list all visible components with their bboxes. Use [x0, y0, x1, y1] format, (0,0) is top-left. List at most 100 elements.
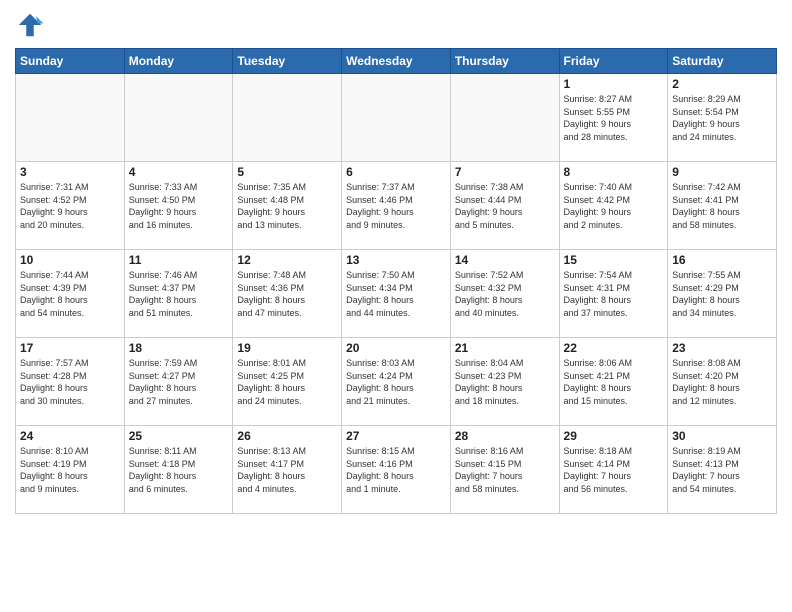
day-number: 18	[129, 341, 229, 355]
day-number: 4	[129, 165, 229, 179]
day-number: 8	[564, 165, 664, 179]
day-header-sunday: Sunday	[16, 49, 125, 74]
day-info: Sunrise: 8:11 AM Sunset: 4:18 PM Dayligh…	[129, 445, 229, 495]
day-info: Sunrise: 8:08 AM Sunset: 4:20 PM Dayligh…	[672, 357, 772, 407]
day-info: Sunrise: 7:31 AM Sunset: 4:52 PM Dayligh…	[20, 181, 120, 231]
day-info: Sunrise: 7:48 AM Sunset: 4:36 PM Dayligh…	[237, 269, 337, 319]
day-header-friday: Friday	[559, 49, 668, 74]
header	[15, 10, 777, 40]
calendar-cell: 20 Sunrise: 8:03 AM Sunset: 4:24 PM Dayli…	[342, 338, 451, 426]
day-info: Sunrise: 7:37 AM Sunset: 4:46 PM Dayligh…	[346, 181, 446, 231]
day-info: Sunrise: 7:59 AM Sunset: 4:27 PM Dayligh…	[129, 357, 229, 407]
day-number: 20	[346, 341, 446, 355]
calendar-cell: 11 Sunrise: 7:46 AM Sunset: 4:37 PM Dayli…	[124, 250, 233, 338]
calendar-cell	[233, 74, 342, 162]
logo-icon	[15, 10, 45, 40]
day-number: 5	[237, 165, 337, 179]
calendar-cell: 8Sunrise: 7:40 AM Sunset: 4:42 PM Daylig…	[559, 162, 668, 250]
calendar-week-3: 17 Sunrise: 7:57 AM Sunset: 4:28 PM Dayli…	[16, 338, 777, 426]
calendar-cell: 23Sunrise: 8:08 AM Sunset: 4:20 PM Dayli…	[668, 338, 777, 426]
logo	[15, 10, 49, 40]
day-info: Sunrise: 7:52 AM Sunset: 4:32 PM Dayligh…	[455, 269, 555, 319]
day-number: 2	[672, 77, 772, 91]
day-header-thursday: Thursday	[450, 49, 559, 74]
day-header-tuesday: Tuesday	[233, 49, 342, 74]
day-info: Sunrise: 8:19 AM Sunset: 4:13 PM Dayligh…	[672, 445, 772, 495]
day-info: Sunrise: 8:01 AM Sunset: 4:25 PM Dayligh…	[237, 357, 337, 407]
day-info: Sunrise: 8:16 AM Sunset: 4:15 PM Dayligh…	[455, 445, 555, 495]
calendar-cell	[16, 74, 125, 162]
calendar-cell: 21 Sunrise: 8:04 AM Sunset: 4:23 PM Dayli…	[450, 338, 559, 426]
day-number: 21	[455, 341, 555, 355]
day-number: 1	[564, 77, 664, 91]
day-info: Sunrise: 7:57 AM Sunset: 4:28 PM Dayligh…	[20, 357, 120, 407]
day-number: 6	[346, 165, 446, 179]
day-header-monday: Monday	[124, 49, 233, 74]
calendar-cell: 5 Sunrise: 7:35 AM Sunset: 4:48 PM Daylig…	[233, 162, 342, 250]
day-info: Sunrise: 8:04 AM Sunset: 4:23 PM Dayligh…	[455, 357, 555, 407]
calendar-cell: 30 Sunrise: 8:19 AM Sunset: 4:13 PM Dayli…	[668, 426, 777, 514]
calendar-cell: 15Sunrise: 7:54 AM Sunset: 4:31 PM Dayli…	[559, 250, 668, 338]
calendar-cell: 16Sunrise: 7:55 AM Sunset: 4:29 PM Dayli…	[668, 250, 777, 338]
day-number: 9	[672, 165, 772, 179]
day-info: Sunrise: 8:27 AM Sunset: 5:55 PM Dayligh…	[564, 93, 664, 143]
day-number: 17	[20, 341, 120, 355]
calendar-cell	[124, 74, 233, 162]
day-info: Sunrise: 8:18 AM Sunset: 4:14 PM Dayligh…	[564, 445, 664, 495]
day-number: 19	[237, 341, 337, 355]
day-number: 16	[672, 253, 772, 267]
day-number: 13	[346, 253, 446, 267]
day-header-saturday: Saturday	[668, 49, 777, 74]
calendar-cell: 12Sunrise: 7:48 AM Sunset: 4:36 PM Dayli…	[233, 250, 342, 338]
day-info: Sunrise: 8:03 AM Sunset: 4:24 PM Dayligh…	[346, 357, 446, 407]
day-number: 28	[455, 429, 555, 443]
day-number: 24	[20, 429, 120, 443]
calendar-cell: 24 Sunrise: 8:10 AM Sunset: 4:19 PM Dayli…	[16, 426, 125, 514]
day-info: Sunrise: 7:50 AM Sunset: 4:34 PM Dayligh…	[346, 269, 446, 319]
calendar-week-2: 10 Sunrise: 7:44 AM Sunset: 4:39 PM Dayli…	[16, 250, 777, 338]
day-number: 11	[129, 253, 229, 267]
day-info: Sunrise: 7:44 AM Sunset: 4:39 PM Dayligh…	[20, 269, 120, 319]
day-number: 7	[455, 165, 555, 179]
calendar-cell: 14 Sunrise: 7:52 AM Sunset: 4:32 PM Dayli…	[450, 250, 559, 338]
calendar: SundayMondayTuesdayWednesdayThursdayFrid…	[15, 48, 777, 514]
day-number: 15	[564, 253, 664, 267]
calendar-cell: 3Sunrise: 7:31 AM Sunset: 4:52 PM Daylig…	[16, 162, 125, 250]
calendar-cell: 22 Sunrise: 8:06 AM Sunset: 4:21 PM Dayli…	[559, 338, 668, 426]
day-info: Sunrise: 8:29 AM Sunset: 5:54 PM Dayligh…	[672, 93, 772, 143]
day-number: 29	[564, 429, 664, 443]
day-header-wednesday: Wednesday	[342, 49, 451, 74]
calendar-cell: 6 Sunrise: 7:37 AM Sunset: 4:46 PM Daylig…	[342, 162, 451, 250]
day-info: Sunrise: 7:35 AM Sunset: 4:48 PM Dayligh…	[237, 181, 337, 231]
calendar-week-0: 1 Sunrise: 8:27 AM Sunset: 5:55 PM Daylig…	[16, 74, 777, 162]
day-info: Sunrise: 7:33 AM Sunset: 4:50 PM Dayligh…	[129, 181, 229, 231]
day-number: 26	[237, 429, 337, 443]
day-info: Sunrise: 7:42 AM Sunset: 4:41 PM Dayligh…	[672, 181, 772, 231]
day-number: 10	[20, 253, 120, 267]
calendar-cell: 19 Sunrise: 8:01 AM Sunset: 4:25 PM Dayli…	[233, 338, 342, 426]
calendar-cell: 2 Sunrise: 8:29 AM Sunset: 5:54 PM Daylig…	[668, 74, 777, 162]
day-info: Sunrise: 7:38 AM Sunset: 4:44 PM Dayligh…	[455, 181, 555, 231]
calendar-cell	[342, 74, 451, 162]
calendar-cell: 28 Sunrise: 8:16 AM Sunset: 4:15 PM Dayli…	[450, 426, 559, 514]
calendar-header-row: SundayMondayTuesdayWednesdayThursdayFrid…	[16, 49, 777, 74]
day-number: 30	[672, 429, 772, 443]
day-info: Sunrise: 8:10 AM Sunset: 4:19 PM Dayligh…	[20, 445, 120, 495]
day-info: Sunrise: 8:15 AM Sunset: 4:16 PM Dayligh…	[346, 445, 446, 495]
day-info: Sunrise: 7:46 AM Sunset: 4:37 PM Dayligh…	[129, 269, 229, 319]
calendar-cell: 17 Sunrise: 7:57 AM Sunset: 4:28 PM Dayli…	[16, 338, 125, 426]
day-info: Sunrise: 8:06 AM Sunset: 4:21 PM Dayligh…	[564, 357, 664, 407]
day-number: 27	[346, 429, 446, 443]
calendar-week-1: 3Sunrise: 7:31 AM Sunset: 4:52 PM Daylig…	[16, 162, 777, 250]
calendar-cell: 18 Sunrise: 7:59 AM Sunset: 4:27 PM Dayli…	[124, 338, 233, 426]
calendar-cell: 29 Sunrise: 8:18 AM Sunset: 4:14 PM Dayli…	[559, 426, 668, 514]
day-number: 22	[564, 341, 664, 355]
day-number: 25	[129, 429, 229, 443]
calendar-cell: 4 Sunrise: 7:33 AM Sunset: 4:50 PM Daylig…	[124, 162, 233, 250]
calendar-cell	[450, 74, 559, 162]
day-info: Sunrise: 8:13 AM Sunset: 4:17 PM Dayligh…	[237, 445, 337, 495]
calendar-cell: 26 Sunrise: 8:13 AM Sunset: 4:17 PM Dayli…	[233, 426, 342, 514]
calendar-cell: 27 Sunrise: 8:15 AM Sunset: 4:16 PM Dayli…	[342, 426, 451, 514]
day-number: 14	[455, 253, 555, 267]
calendar-cell: 10 Sunrise: 7:44 AM Sunset: 4:39 PM Dayli…	[16, 250, 125, 338]
